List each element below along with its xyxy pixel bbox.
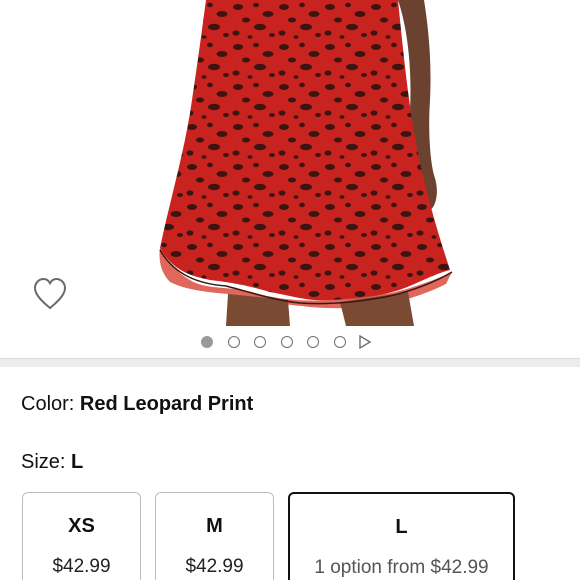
color-value: Red Leopard Print	[79, 393, 254, 415]
size-option-name: M	[206, 515, 223, 537]
heart-outline-icon	[33, 277, 67, 310]
carousel-dot-3[interactable]	[254, 336, 266, 348]
size-option-price: $42.99	[185, 556, 244, 577]
product-photo[interactable]	[0, 0, 580, 326]
section-divider	[0, 358, 580, 367]
carousel-dot-1[interactable]	[201, 336, 213, 348]
size-option-l[interactable]: L 1 option from $42.99	[288, 492, 515, 580]
size-selection-row: Size: L	[21, 451, 83, 474]
color-selection-row: Color: Red Leopard Print	[21, 393, 253, 416]
size-option-xs[interactable]: XS $42.99	[22, 492, 141, 580]
size-option-price: 1 option from $42.99	[314, 557, 489, 578]
play-triangle-icon[interactable]	[358, 335, 372, 349]
wishlist-heart-button[interactable]	[31, 276, 69, 312]
size-value: L	[71, 451, 84, 473]
size-option-m[interactable]: M $42.99	[155, 492, 274, 580]
color-label: Color:	[21, 393, 75, 415]
size-option-name: XS	[68, 515, 95, 537]
size-label: Size:	[21, 451, 66, 473]
carousel-dot-4[interactable]	[281, 336, 293, 348]
image-carousel-indicator	[0, 332, 580, 352]
carousel-dot-5[interactable]	[307, 336, 319, 348]
carousel-dot-6[interactable]	[334, 336, 346, 348]
size-option-price: $42.99	[52, 556, 111, 577]
product-image-area	[0, 0, 580, 358]
carousel-dot-2[interactable]	[228, 336, 240, 348]
size-option-name: L	[395, 516, 408, 538]
